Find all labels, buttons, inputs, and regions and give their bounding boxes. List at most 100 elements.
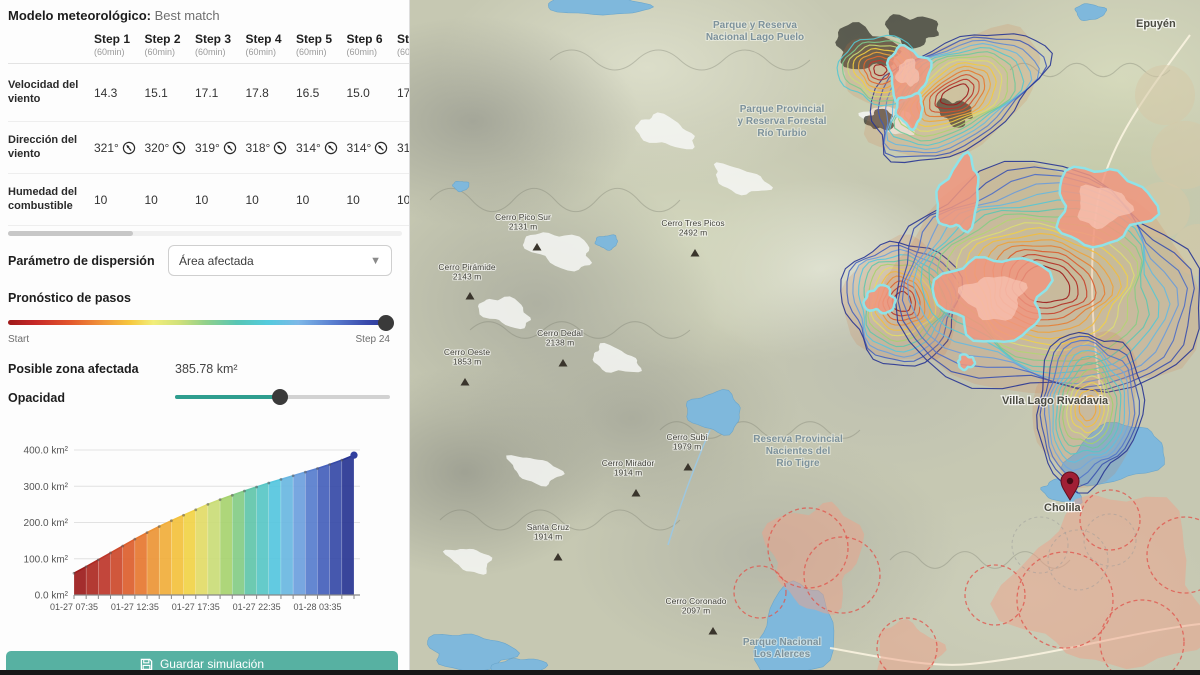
peak-label: 1979 m — [673, 442, 701, 452]
map-overlay: Parque y ReservaNacional Lago Puelo Parqu… — [410, 0, 1200, 675]
wind-direction-icon — [122, 141, 136, 155]
forecast-step-slider-handle[interactable] — [378, 315, 394, 331]
table-value-cell: 16.5 — [296, 86, 347, 100]
chevron-down-icon: ▼ — [370, 255, 381, 267]
peak-label: Cerro Oeste — [444, 347, 491, 357]
step-column-header: Step 7(60min) — [397, 32, 410, 57]
peak-label: Cerro Dedal — [537, 328, 583, 338]
step-column-header: Step 4(60min) — [246, 32, 297, 57]
forecast-steps-label: Pronóstico de pasos — [8, 291, 131, 305]
step-column-header: Step 5(60min) — [296, 32, 347, 57]
peak-triangle-icon — [684, 463, 693, 471]
table-header-row: Step 1(60min)Step 2(60min)Step 3(60min)S… — [8, 26, 410, 64]
park-label: Parque Nacional — [743, 637, 822, 648]
peak-triangle-icon — [554, 553, 563, 561]
step-column-header: Step 2(60min) — [145, 32, 196, 57]
peak-triangle-icon — [709, 627, 718, 635]
scrollbar-thumb[interactable] — [8, 231, 133, 236]
peak-label: 1914 m — [614, 468, 642, 478]
table-value-cell: 321° — [94, 141, 145, 155]
dispersion-parameter-select[interactable]: Área afectada ▼ — [168, 245, 392, 276]
chart-y-tick-label: 200.0 km² — [24, 518, 69, 529]
table-row: Velocidad del viento[km/h]14.315.117.117… — [8, 64, 410, 122]
peak-triangle-icon — [632, 489, 641, 497]
chart-y-tick-label: 300.0 km² — [24, 482, 69, 493]
table-value-cell: 17.1 — [397, 86, 410, 100]
park-label: Nacientes del — [766, 446, 831, 457]
park-label: Río Turbio — [757, 128, 806, 139]
park-label: Reserva Provincial — [753, 434, 843, 445]
row-label: Velocidad del viento[km/h] — [8, 79, 94, 107]
affected-area-chart: 0.0 km² 100.0 km² 200.0 km² 300.0 km² 400.0 … — [2, 430, 402, 630]
chart-y-tick-label: 0.0 km² — [35, 591, 69, 602]
peak-label: 1914 m — [534, 532, 562, 542]
table-horizontal-scrollbar[interactable] — [8, 231, 402, 236]
peak-label: Cerro Subí — [666, 432, 708, 442]
wind-direction-icon — [374, 141, 388, 155]
park-label: Nacional Lago Puelo — [706, 32, 804, 43]
peak-label: Cerro Coronado — [666, 596, 727, 606]
peak-triangle-icon — [461, 378, 470, 386]
table-value-cell: 10 — [296, 193, 347, 207]
save-icon — [140, 658, 153, 671]
save-simulation-label: Guardar simulación — [160, 657, 264, 671]
step-column-header: Step 6(60min) — [347, 32, 398, 57]
peak-label: Cerro Pico Sur — [495, 212, 551, 222]
forecast-step-slider-track[interactable] — [8, 320, 390, 325]
chart-y-tick-label: 400.0 km² — [24, 446, 69, 457]
dispersion-parameter-label: Parámetro de dispersión — [8, 254, 155, 268]
town-label: Epuyén — [1136, 18, 1176, 30]
fire-simulation-app: Modelo meteorológico: Best match Step 1(… — [0, 0, 1200, 675]
table-value-cell: 320° — [145, 141, 196, 155]
chart-last-point — [350, 452, 357, 459]
forecast-step-slider-ends: Start Step 24 — [8, 334, 390, 345]
peak-triangle-icon — [691, 249, 700, 257]
weather-steps-table: Step 1(60min)Step 2(60min)Step 3(60min)S… — [8, 26, 410, 226]
peak-label: 2492 m — [679, 228, 707, 238]
park-label: Parque y Reserva — [713, 20, 797, 31]
weather-model-label: Modelo meteorológico: — [8, 8, 151, 23]
table-value-cell: 10 — [397, 193, 410, 207]
table-value-cell: 15.1 — [145, 86, 196, 100]
table-value-cell: 314° — [296, 141, 347, 155]
table-value-cell: 10 — [145, 193, 196, 207]
chart-x-tick-label: 01-27 17:35 — [172, 602, 220, 612]
peak-label: 2138 m — [546, 338, 574, 348]
table-value-cell: 15.0 — [347, 86, 398, 100]
table-value-cell: 319° — [195, 141, 246, 155]
park-label: Parque Provincial — [740, 104, 825, 115]
weather-model-value: Best match — [155, 8, 220, 23]
row-label: Dirección del viento[degrees] — [8, 134, 94, 162]
opacity-slider-handle[interactable] — [272, 389, 288, 405]
peak-label: Cerro Tres Picos — [661, 218, 724, 228]
affected-area-label: Posible zona afectada — [8, 362, 139, 376]
step-column-header: Step 3(60min) — [195, 32, 246, 57]
wind-direction-icon — [223, 141, 237, 155]
weather-model-title: Modelo meteorológico: Best match — [8, 8, 220, 23]
peak-triangle-icon — [559, 359, 568, 367]
table-value-cell: 313° — [397, 141, 410, 155]
peak-label: Cerro Pirámide — [438, 262, 495, 272]
chart-x-tick-label: 01-27 12:35 — [111, 602, 159, 612]
table-value-cell: 318° — [246, 141, 297, 155]
table-row: Dirección del viento[degrees]321°320°319… — [8, 122, 410, 174]
park-label: Río Tigre — [776, 458, 820, 469]
table-value-cell: 10 — [347, 193, 398, 207]
terrain-map[interactable]: Parque y ReservaNacional Lago Puelo Parqu… — [410, 0, 1200, 675]
opacity-slider-fill — [175, 395, 280, 399]
chart-x-tick-label: 01-28 03:35 — [293, 602, 341, 612]
peak-label: Cerro Mirador — [602, 458, 655, 468]
peak-label: 2131 m — [509, 222, 537, 232]
town-label: Villa Lago Rivadavia — [1002, 395, 1109, 407]
table-value-cell: 314° — [347, 141, 398, 155]
dispersion-selected-value: Área afectada — [179, 254, 254, 268]
peak-triangle-icon — [466, 292, 475, 300]
chart-y-tick-label: 100.0 km² — [24, 554, 69, 565]
table-value-cell: 17.8 — [246, 86, 297, 100]
row-label: Humedad del combustible[%] — [8, 186, 94, 214]
park-label: y Reserva Forestal — [738, 116, 827, 127]
simulation-panel: Modelo meteorológico: Best match Step 1(… — [0, 0, 410, 675]
table-value-cell: 17.1 — [195, 86, 246, 100]
wind-direction-icon — [324, 141, 338, 155]
wind-direction-icon — [273, 141, 287, 155]
